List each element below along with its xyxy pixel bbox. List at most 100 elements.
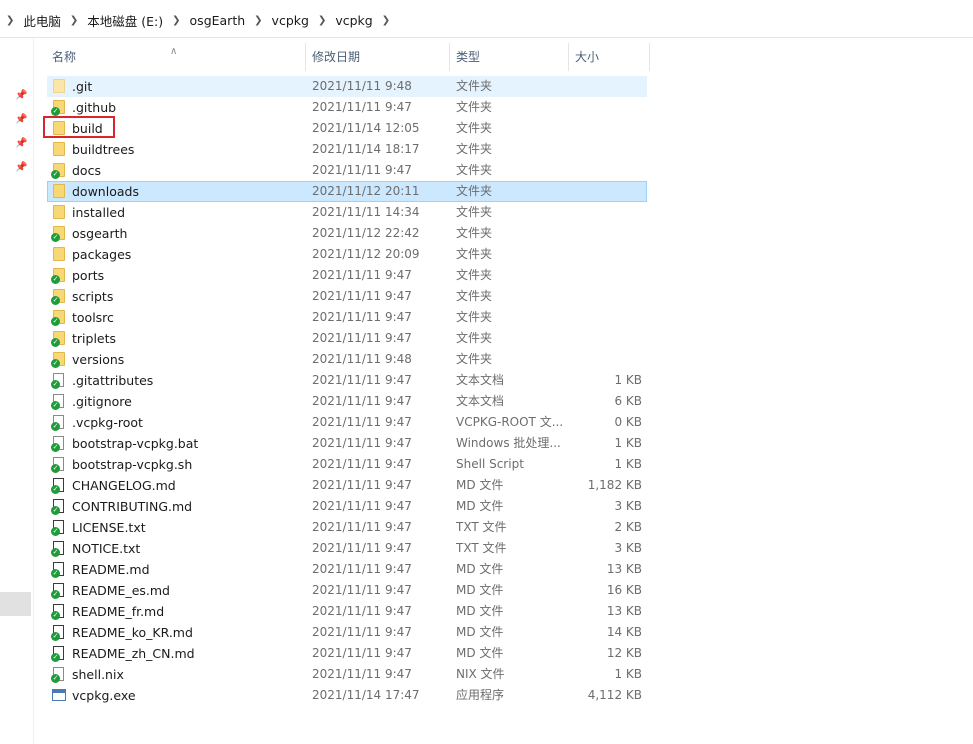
- breadcrumb-item-vcpkg-current[interactable]: vcpkg: [335, 13, 372, 28]
- file-row[interactable]: ✓ osgearth 2021/11/12 22:42 文件夹: [47, 223, 647, 244]
- file-type: 文件夹: [456, 247, 493, 261]
- file-name: toolsrc: [72, 310, 114, 325]
- file-row[interactable]: ✓ toolsrc 2021/11/11 9:47 文件夹: [47, 307, 647, 328]
- chevron-right-icon[interactable]: ❯: [6, 15, 14, 26]
- column-header-size[interactable]: 大小: [569, 43, 650, 71]
- file-type: 文本文档: [456, 373, 505, 387]
- file-date: 2021/11/11 9:48: [312, 352, 412, 366]
- file-row[interactable]: ✓ README_ko_KR.md 2021/11/11 9:47 MD 文件 14 K…: [47, 622, 647, 643]
- file-size: 1 KB: [614, 667, 642, 681]
- file-size: 4,112 KB: [587, 688, 642, 702]
- file-row[interactable]: ✓ README_es.md 2021/11/11 9:47 MD 文件 16 KB: [47, 580, 647, 601]
- file-row[interactable]: ✓ README.md 2021/11/11 9:47 MD 文件 13 KB: [47, 559, 647, 580]
- file-row[interactable]: ✓ scripts 2021/11/11 9:47 文件夹: [47, 286, 647, 307]
- chevron-right-icon[interactable]: ❯: [254, 15, 262, 26]
- sync-check-icon: ✓: [51, 338, 60, 347]
- folder-icon: [53, 184, 65, 198]
- breadcrumb: ❯ 此电脑 ❯ 本地磁盘 (E:) ❯ osgEarth ❯ vcpkg ❯ v…: [6, 11, 399, 30]
- pin-icon[interactable]: 📌: [15, 90, 27, 102]
- file-size: [569, 349, 642, 370]
- column-header-date-label: 修改日期: [312, 50, 361, 64]
- file-row[interactable]: ✓ .vcpkg-root 2021/11/11 9:47 VCPKG-ROOT 文.…: [47, 412, 647, 433]
- file-row[interactable]: downloads 2021/11/12 20:11 文件夹: [47, 181, 647, 202]
- file-name: docs: [72, 163, 101, 178]
- file-type: 文件夹: [456, 331, 493, 345]
- sync-check-icon: ✓: [51, 296, 60, 305]
- column-header-date[interactable]: 修改日期: [306, 43, 450, 71]
- file-row[interactable]: ✓ .gitignore 2021/11/11 9:47 文本文档 6 KB: [47, 391, 647, 412]
- file-row[interactable]: ✓ ports 2021/11/11 9:47 文件夹: [47, 265, 647, 286]
- file-date: 2021/11/11 9:47: [312, 268, 412, 282]
- chevron-right-icon[interactable]: ❯: [318, 15, 326, 26]
- file-row[interactable]: ✓ LICENSE.txt 2021/11/11 9:47 TXT 文件 2 KB: [47, 517, 647, 538]
- file-date: 2021/11/11 9:47: [312, 100, 412, 114]
- file-type: Shell Script: [456, 457, 524, 471]
- file-date: 2021/11/11 9:47: [312, 415, 412, 429]
- file-name: README_es.md: [72, 583, 170, 598]
- sync-check-icon: ✓: [51, 317, 60, 326]
- breadcrumb-item-vcpkg[interactable]: vcpkg: [272, 13, 309, 28]
- sync-check-icon: ✓: [51, 443, 60, 452]
- file-type: 文件夹: [456, 163, 493, 177]
- file-name: CONTRIBUTING.md: [72, 499, 193, 514]
- folder-icon: [53, 247, 65, 261]
- file-row[interactable]: ✓ CONTRIBUTING.md 2021/11/11 9:47 MD 文件 3 KB: [47, 496, 647, 517]
- sync-check-icon: ✓: [51, 401, 60, 410]
- file-name: bootstrap-vcpkg.sh: [72, 457, 193, 472]
- file-row[interactable]: ✓ docs 2021/11/11 9:47 文件夹: [47, 160, 647, 181]
- chevron-right-icon[interactable]: ❯: [70, 15, 78, 26]
- pin-icon[interactable]: 📌: [15, 138, 27, 150]
- column-header-size-label: 大小: [575, 50, 600, 64]
- file-type: 文件夹: [456, 352, 493, 366]
- file-size: 6 KB: [614, 394, 642, 408]
- sync-check-icon: ✓: [51, 422, 60, 431]
- chevron-right-icon[interactable]: ❯: [172, 15, 180, 26]
- file-row[interactable]: ✓ .gitattributes 2021/11/11 9:47 文本文档 1 KB: [47, 370, 647, 391]
- breadcrumb-item-osgearth[interactable]: osgEarth: [190, 13, 246, 28]
- breadcrumb-item-this-pc[interactable]: 此电脑: [23, 11, 61, 30]
- breadcrumb-item-drive-e[interactable]: 本地磁盘 (E:): [87, 11, 163, 30]
- column-header-name[interactable]: 名称 ∧: [46, 43, 306, 71]
- file-row[interactable]: build 2021/11/14 12:05 文件夹: [47, 118, 647, 139]
- file-name: NOTICE.txt: [72, 541, 141, 556]
- file-row[interactable]: ✓ README_fr.md 2021/11/11 9:47 MD 文件 13 KB: [47, 601, 647, 622]
- file-row[interactable]: installed 2021/11/11 14:34 文件夹: [47, 202, 647, 223]
- file-row[interactable]: ✓ CHANGELOG.md 2021/11/11 9:47 MD 文件 1,182 K…: [47, 475, 647, 496]
- file-list[interactable]: .git 2021/11/11 9:48 文件夹 ✓ .github 2021/11/11…: [47, 76, 647, 706]
- file-date: 2021/11/12 20:09: [312, 247, 420, 261]
- file-row[interactable]: packages 2021/11/12 20:09 文件夹: [47, 244, 647, 265]
- file-row[interactable]: ✓ versions 2021/11/11 9:48 文件夹: [47, 349, 647, 370]
- file-size: 3 KB: [614, 499, 642, 513]
- address-bar[interactable]: ❯ 此电脑 ❯ 本地磁盘 (E:) ❯ osgEarth ❯ vcpkg ❯ v…: [0, 0, 973, 38]
- file-row[interactable]: ✓ bootstrap-vcpkg.sh 2021/11/11 9:47 Shell …: [47, 454, 647, 475]
- sync-check-icon: ✓: [51, 527, 60, 536]
- file-name: vcpkg.exe: [72, 688, 136, 703]
- file-size: [569, 307, 642, 328]
- file-row[interactable]: vcpkg.exe 2021/11/14 17:47 应用程序 4,112 KB: [47, 685, 647, 706]
- file-name: .git: [72, 79, 93, 94]
- file-type: MD 文件: [456, 646, 504, 660]
- nav-selected-item[interactable]: [0, 592, 31, 616]
- file-date: 2021/11/11 9:47: [312, 499, 412, 513]
- pin-icon[interactable]: 📌: [15, 162, 27, 174]
- file-row[interactable]: ✓ triplets 2021/11/11 9:47 文件夹: [47, 328, 647, 349]
- file-row[interactable]: .git 2021/11/11 9:48 文件夹: [47, 76, 647, 97]
- file-row[interactable]: ✓ shell.nix 2021/11/11 9:47 NIX 文件 1 KB: [47, 664, 647, 685]
- file-date: 2021/11/11 9:47: [312, 562, 412, 576]
- file-date: 2021/11/11 9:48: [312, 79, 412, 93]
- file-type: TXT 文件: [456, 541, 507, 555]
- column-header-type[interactable]: 类型: [450, 43, 569, 71]
- navigation-pane[interactable]: 📌 📌 📌 📌: [0, 38, 34, 744]
- file-row[interactable]: ✓ .github 2021/11/11 9:47 文件夹: [47, 97, 647, 118]
- file-row[interactable]: buildtrees 2021/11/14 18:17 文件夹: [47, 139, 647, 160]
- sync-check-icon: ✓: [51, 464, 60, 473]
- chevron-right-icon[interactable]: ❯: [382, 15, 390, 26]
- file-row[interactable]: ✓ NOTICE.txt 2021/11/11 9:47 TXT 文件 3 KB: [47, 538, 647, 559]
- file-size: [569, 97, 642, 118]
- file-row[interactable]: ✓ README_zh_CN.md 2021/11/11 9:47 MD 文件 12 K…: [47, 643, 647, 664]
- file-type: 文件夹: [456, 268, 493, 282]
- file-date: 2021/11/11 9:47: [312, 583, 412, 597]
- file-row[interactable]: ✓ bootstrap-vcpkg.bat 2021/11/11 9:47 Windo…: [47, 433, 647, 454]
- column-header-type-label: 类型: [456, 50, 481, 64]
- pin-icon[interactable]: 📌: [15, 114, 27, 126]
